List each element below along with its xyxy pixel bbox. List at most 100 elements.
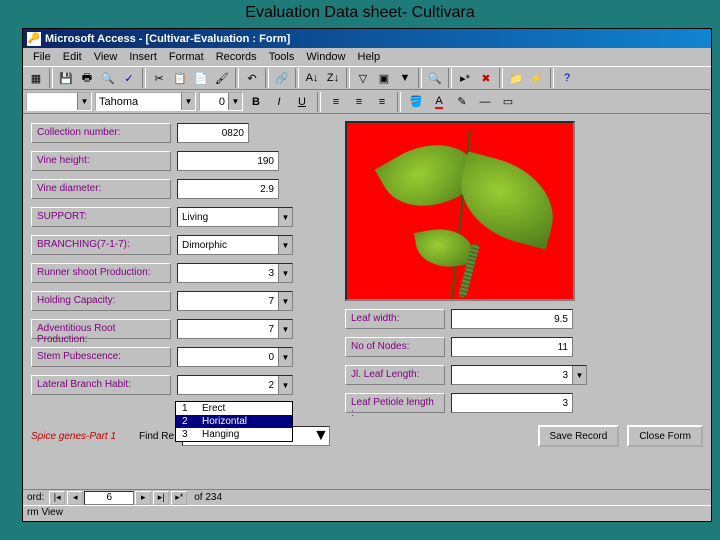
record-navigator: ord: |◂ ◂ ▸ ▸| ▸* of 234: [23, 489, 711, 505]
new-object-icon[interactable]: ⚡: [527, 68, 547, 88]
field-label: No of Nodes:: [345, 337, 445, 357]
field-label: Leaf width:: [345, 309, 445, 329]
align-left-icon[interactable]: ≡: [326, 92, 346, 112]
object-combo[interactable]: ▼: [26, 92, 92, 111]
menu-help[interactable]: Help: [352, 49, 387, 65]
menu-view[interactable]: View: [88, 49, 124, 65]
size-combo[interactable]: ▼: [199, 92, 243, 111]
chevron-down-icon[interactable]: ▼: [181, 93, 195, 110]
field-input[interactable]: ▼: [177, 319, 293, 339]
field-label: BRANCHING(7-1-7):: [31, 235, 171, 255]
titlebar: 🔑 Microsoft Access - [Cultivar-Evaluatio…: [23, 29, 711, 48]
toolbar-format: ▼ ▼ ▼ B I U ≡ ≡ ≡ 🪣 A ✎ ― ▭: [23, 90, 711, 114]
last-record-icon[interactable]: ▸|: [153, 491, 169, 505]
chevron-down-icon[interactable]: ▼: [278, 208, 292, 226]
first-record-icon[interactable]: |◂: [49, 491, 65, 505]
next-record-icon[interactable]: ▸: [135, 491, 151, 505]
menu-records[interactable]: Records: [210, 49, 263, 65]
chevron-down-icon[interactable]: ▼: [278, 264, 292, 282]
access-window: 🔑 Microsoft Access - [Cultivar-Evaluatio…: [22, 28, 712, 522]
field-input[interactable]: [177, 179, 279, 199]
field-input[interactable]: ▼: [451, 365, 587, 385]
close-form-button[interactable]: Close Form: [627, 425, 703, 447]
field-input[interactable]: ▼: [177, 207, 293, 227]
chevron-down-icon[interactable]: ▼: [278, 292, 292, 310]
page-heading: Evaluation Data sheet- Cultivara: [0, 0, 720, 24]
line-color-icon[interactable]: ✎: [452, 92, 472, 112]
underline-icon[interactable]: U: [292, 92, 312, 112]
help-icon[interactable]: ?: [557, 68, 577, 88]
sort-desc-icon[interactable]: Z↓: [323, 68, 343, 88]
field-input[interactable]: [177, 151, 279, 171]
field-label: Adventitious Root Production:: [31, 319, 171, 339]
toolbar-main: ▦ 💾 🖶 🔍 ✓ ✂ 📋 📄 🖌 ↶ 🔗 A↓ Z↓ ▽ ▣ ▼ 🔍 ▸* ✖…: [23, 66, 711, 90]
dropdown-option[interactable]: 2Horizontal: [176, 415, 292, 428]
menu-edit[interactable]: Edit: [57, 49, 88, 65]
app-icon: 🔑: [27, 32, 41, 46]
field-input[interactable]: ▼: [177, 375, 293, 395]
field-label: SUPPORT:: [31, 207, 171, 227]
view-icon[interactable]: ▦: [26, 68, 46, 88]
field-input[interactable]: [451, 337, 573, 357]
menu-format[interactable]: Format: [163, 49, 210, 65]
font-combo[interactable]: ▼: [95, 92, 196, 111]
dropdown-option[interactable]: 1Erect: [176, 402, 292, 415]
print-icon[interactable]: 🖶: [77, 68, 97, 88]
copy-icon[interactable]: 📋: [170, 68, 190, 88]
filter-selection-icon[interactable]: ▽: [353, 68, 373, 88]
spell-icon[interactable]: ✓: [119, 68, 139, 88]
field-input[interactable]: [177, 123, 249, 143]
format-painter-icon[interactable]: 🖌: [212, 68, 232, 88]
chevron-down-icon[interactable]: ▼: [278, 376, 292, 394]
filter-form-icon[interactable]: ▣: [374, 68, 394, 88]
menu-tools[interactable]: Tools: [263, 49, 301, 65]
lateral-branch-dropdown[interactable]: 1Erect2Horizontal3Hanging: [175, 401, 293, 442]
chevron-down-icon[interactable]: ▼: [278, 236, 292, 254]
bold-icon[interactable]: B: [246, 92, 266, 112]
sort-asc-icon[interactable]: A↓: [302, 68, 322, 88]
preview-icon[interactable]: 🔍: [98, 68, 118, 88]
save-record-button[interactable]: Save Record: [538, 425, 620, 447]
new-record-icon[interactable]: ▸*: [455, 68, 475, 88]
menu-insert[interactable]: Insert: [123, 49, 163, 65]
align-center-icon[interactable]: ≡: [349, 92, 369, 112]
chevron-down-icon[interactable]: ▼: [572, 366, 586, 384]
link-icon[interactable]: 🔗: [272, 68, 292, 88]
field-input[interactable]: [451, 309, 573, 329]
chevron-down-icon[interactable]: ▼: [77, 93, 91, 110]
dropdown-option[interactable]: 3Hanging: [176, 428, 292, 441]
chevron-down-icon[interactable]: ▼: [278, 348, 292, 366]
page-label: Spice genes-Part 1: [31, 431, 131, 442]
paste-icon[interactable]: 📄: [191, 68, 211, 88]
menu-file[interactable]: File: [27, 49, 57, 65]
special-effect-icon[interactable]: ▭: [498, 92, 518, 112]
window-title: Microsoft Access - [Cultivar-Evaluation …: [45, 33, 290, 45]
font-color-icon[interactable]: A: [429, 92, 449, 112]
line-width-icon[interactable]: ―: [475, 92, 495, 112]
undo-icon[interactable]: ↶: [242, 68, 262, 88]
find-icon[interactable]: 🔍: [425, 68, 445, 88]
align-right-icon[interactable]: ≡: [372, 92, 392, 112]
italic-icon[interactable]: I: [269, 92, 289, 112]
apply-filter-icon[interactable]: ▼: [395, 68, 415, 88]
menu-window[interactable]: Window: [300, 49, 351, 65]
chevron-down-icon[interactable]: ▼: [228, 93, 242, 110]
field-label: Vine height:: [31, 151, 171, 171]
cut-icon[interactable]: ✂: [149, 68, 169, 88]
form-body: Collection number: Vine height: Vine dia…: [23, 115, 711, 489]
field-input[interactable]: ▼: [177, 235, 293, 255]
field-input[interactable]: [451, 393, 573, 413]
field-input[interactable]: ▼: [177, 291, 293, 311]
delete-record-icon[interactable]: ✖: [476, 68, 496, 88]
field-input[interactable]: ▼: [177, 263, 293, 283]
field-input[interactable]: ▼: [177, 347, 293, 367]
menubar[interactable]: File Edit View Insert Format Records Too…: [23, 48, 711, 66]
prev-record-icon[interactable]: ◂: [67, 491, 83, 505]
record-number-field[interactable]: [84, 491, 134, 505]
save-icon[interactable]: 💾: [56, 68, 76, 88]
db-window-icon[interactable]: 📁: [506, 68, 526, 88]
new-record-nav-icon[interactable]: ▸*: [171, 491, 187, 505]
fill-color-icon[interactable]: 🪣: [406, 92, 426, 112]
chevron-down-icon[interactable]: ▼: [278, 320, 292, 338]
chevron-down-icon[interactable]: ▼: [313, 427, 329, 445]
